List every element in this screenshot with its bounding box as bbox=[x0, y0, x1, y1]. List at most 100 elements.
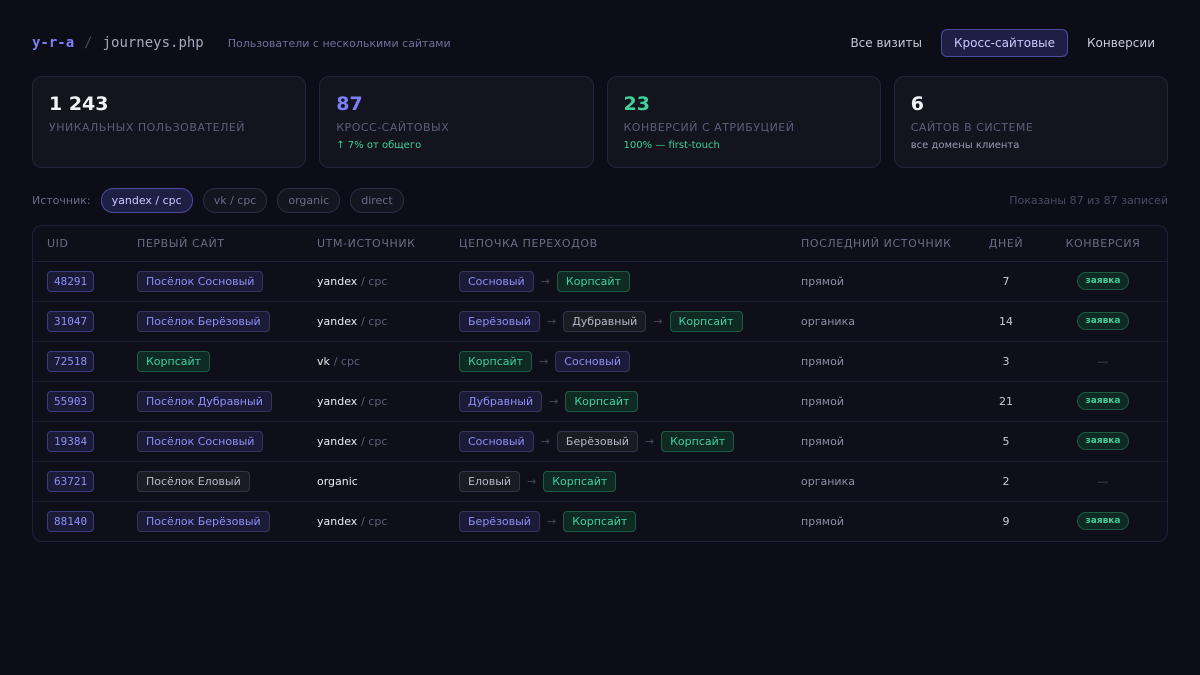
table-row[interactable]: 55903 Посёлок Дубравный yandex / cpc Дубрав… bbox=[33, 381, 1167, 422]
cell-first-site: Посёлок Дубравный bbox=[137, 381, 317, 422]
cell-first-site: Корпсайт bbox=[137, 341, 317, 382]
table-row[interactable]: 19384 Посёлок Сосновый yandex / cpc Сосновы… bbox=[33, 421, 1167, 462]
cell-first-site: Посёлок Сосновый bbox=[137, 421, 317, 462]
conversion-badge: заявка bbox=[1076, 272, 1130, 290]
column-header-days[interactable]: ДНЕЙ bbox=[973, 226, 1039, 262]
chain-step: Берёзовый bbox=[459, 510, 540, 532]
days-count: 21 bbox=[999, 395, 1013, 408]
view-nav: Все визиты Кросс-сайтовые Конверсии bbox=[837, 29, 1168, 57]
records-count: Показаны 87 из 87 записей bbox=[1009, 193, 1168, 207]
stat-label: УНИКАЛЬНЫХ ПОЛЬЗОВАТЕЛЕЙ bbox=[49, 121, 246, 134]
stat-value: 23 bbox=[623, 93, 650, 115]
nav-conversions[interactable]: Конверсии bbox=[1074, 29, 1168, 57]
first-site-tag: Посёлок Еловый bbox=[137, 470, 250, 492]
stat-card-users: 1 243 УНИКАЛЬНЫХ ПОЛЬЗОВАТЕЛЕЙ bbox=[32, 76, 307, 168]
cell-last-source: прямой bbox=[801, 501, 973, 541]
cell-days: 5 bbox=[973, 421, 1039, 462]
cell-chain: Корпсайт → Сосновый bbox=[459, 341, 801, 382]
last-source: прямой bbox=[801, 355, 844, 368]
days-count: 3 bbox=[1002, 355, 1010, 368]
column-header-utm-source[interactable]: UTM-ИСТОЧНИК bbox=[317, 226, 459, 262]
page-subtitle: Пользователи с несколькими сайтами bbox=[227, 36, 451, 50]
table-row[interactable]: 31047 Посёлок Берёзовый yandex / cpc Берёзо… bbox=[33, 301, 1167, 342]
nav-cross-site[interactable]: Кросс-сайтовые bbox=[941, 29, 1069, 57]
days-count: 9 bbox=[1002, 515, 1010, 529]
filter-label: Источник: bbox=[32, 193, 91, 207]
utm-source: yandex bbox=[317, 315, 358, 328]
chain-step: Берёзовый bbox=[459, 310, 540, 332]
filter-chip-vk-cpc[interactable]: vk / cpc bbox=[202, 187, 268, 213]
table-row[interactable]: 72518 Корпсайт vk / cpc Корпсайт → Сосновый пр… bbox=[33, 341, 1167, 382]
uid-link[interactable]: 63721 bbox=[47, 470, 95, 492]
last-source: прямой bbox=[801, 395, 844, 408]
cell-conversion: — bbox=[1039, 341, 1167, 382]
nav-all-visits[interactable]: Все визиты bbox=[837, 29, 935, 57]
source-filters: Источник: yandex / cpc vk / cpc organic … bbox=[32, 187, 1168, 213]
utm-source: yandex bbox=[317, 395, 358, 408]
cell-chain: Дубравный → Корпсайт bbox=[459, 381, 801, 422]
first-site-tag: Посёлок Берёзовый bbox=[137, 510, 270, 532]
chain-step: Корпсайт bbox=[543, 470, 617, 492]
page-file-name: journeys.php bbox=[102, 35, 204, 51]
cell-chain: Берёзовый → Дубравный → Корпсайт bbox=[459, 301, 801, 342]
column-header-uid[interactable]: UID bbox=[33, 226, 137, 262]
stat-label: КРОСС-САЙТОВЫХ bbox=[336, 121, 450, 134]
stat-card-cross-site: 87 КРОСС-САЙТОВЫХ ↑ 7% от общего bbox=[319, 76, 594, 168]
last-source: прямой bbox=[801, 435, 844, 448]
chain-step: Дубравный bbox=[459, 390, 543, 412]
chain-step: Корпсайт bbox=[459, 350, 533, 372]
column-header-first-site[interactable]: ПЕРВЫЙ САЙТ bbox=[137, 226, 317, 262]
table-row[interactable]: 48291 Посёлок Сосновый yandex / cpc Сосновы… bbox=[33, 261, 1167, 302]
column-header-last-source[interactable]: ПОСЛЕДНИЙ ИСТОЧНИК bbox=[801, 226, 973, 262]
cell-utm: yandex / cpc bbox=[317, 501, 459, 541]
stat-note: ↑ 7% от общего bbox=[336, 140, 422, 151]
stat-value: 6 bbox=[910, 93, 924, 115]
filter-chip-yandex-cpc[interactable]: yandex / cpc bbox=[100, 187, 193, 213]
cell-chain: Сосновый → Берёзовый → Корпсайт bbox=[459, 421, 801, 462]
last-source: органика bbox=[801, 315, 855, 328]
filter-chip-organic[interactable]: organic bbox=[277, 187, 341, 213]
uid-link[interactable]: 88140 bbox=[47, 510, 95, 532]
logo[interactable]: y-r-a bbox=[32, 35, 74, 51]
chain-arrow-icon: → bbox=[546, 514, 557, 528]
utm-medium: / cpc bbox=[361, 435, 388, 448]
first-site-tag: Посёлок Сосновый bbox=[137, 270, 264, 292]
column-header-chain[interactable]: ЦЕПОЧКА ПЕРЕХОДОВ bbox=[459, 226, 801, 262]
stat-value: 1 243 bbox=[49, 93, 109, 115]
chain-arrow-icon: → bbox=[527, 474, 537, 488]
chain-arrow-icon: → bbox=[540, 434, 550, 448]
header: y-r-a / journeys.php Пользователи с неск… bbox=[32, 28, 1168, 58]
chain-step: Корпсайт bbox=[661, 430, 735, 452]
uid-link[interactable]: 19384 bbox=[47, 430, 95, 452]
cell-last-source: прямой bbox=[801, 341, 973, 382]
cell-first-site: Посёлок Берёзовый bbox=[137, 301, 317, 342]
cell-conversion: заявка bbox=[1039, 261, 1167, 302]
cell-chain: Сосновый → Корпсайт bbox=[459, 261, 801, 302]
utm-source: organic bbox=[317, 475, 358, 488]
uid-link[interactable]: 31047 bbox=[47, 310, 95, 332]
chain-step: Еловый bbox=[459, 470, 521, 492]
cell-last-source: прямой bbox=[801, 381, 973, 422]
cell-conversion: заявка bbox=[1039, 381, 1167, 422]
stat-card-conversions: 23 КОНВЕРСИЙ С АТРИБУЦИЕЙ 100% — first-t… bbox=[606, 76, 881, 168]
cell-conversion: заявка bbox=[1039, 421, 1167, 462]
chain-arrow-icon: → bbox=[549, 394, 559, 408]
cell-last-source: органика bbox=[801, 461, 973, 502]
uid-link[interactable]: 72518 bbox=[47, 350, 95, 372]
chain-step: Берёзовый bbox=[556, 430, 638, 452]
table-row[interactable]: 88140 Посёлок Берёзовый yandex / cpc Берёзо… bbox=[33, 501, 1167, 541]
uid-link[interactable]: 55903 bbox=[47, 390, 95, 412]
uid-link[interactable]: 48291 bbox=[47, 270, 95, 292]
chain-step: Сосновый bbox=[555, 350, 630, 372]
filter-chip-direct[interactable]: direct bbox=[350, 187, 404, 213]
chain-arrow-icon: → bbox=[644, 434, 655, 448]
utm-medium: / cpc bbox=[361, 315, 388, 328]
cell-last-source: прямой bbox=[801, 421, 973, 462]
chain-step: Корпсайт bbox=[563, 510, 637, 532]
table-row[interactable]: 63721 Посёлок Еловый organic Еловый → Корпсай… bbox=[33, 461, 1167, 502]
column-header-conversion[interactable]: КОНВЕРСИЯ bbox=[1039, 226, 1167, 262]
first-site-tag: Посёлок Сосновый bbox=[137, 430, 264, 452]
utm-source: yandex bbox=[317, 515, 358, 529]
chain-step: Сосновый bbox=[459, 270, 534, 292]
cell-chain: Еловый → Корпсайт bbox=[459, 461, 801, 502]
